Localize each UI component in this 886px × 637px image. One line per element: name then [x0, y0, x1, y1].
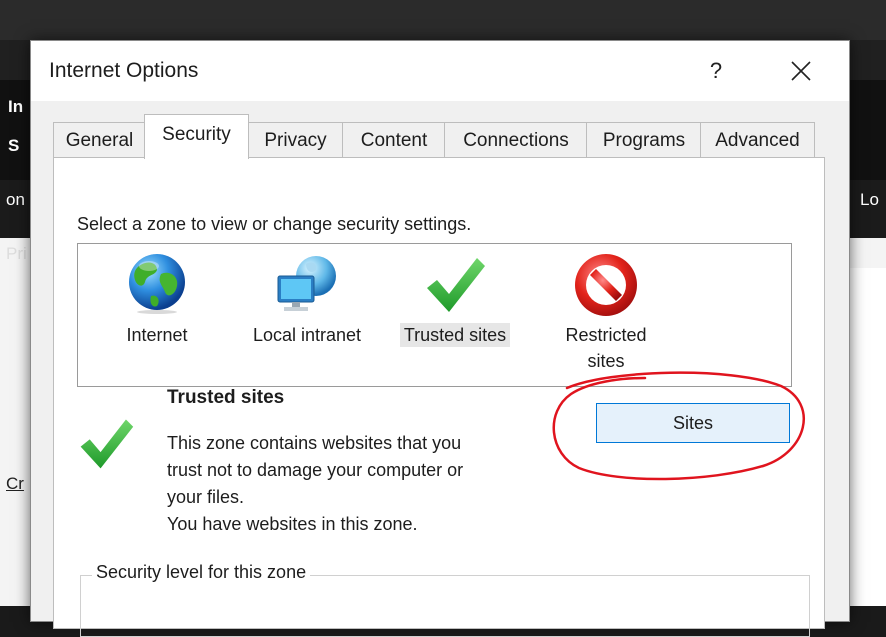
zone-label: Trusted sites: [388, 322, 522, 348]
local-intranet-icon: [277, 256, 336, 311]
close-button[interactable]: [779, 51, 823, 91]
tab-security[interactable]: Security: [144, 114, 249, 159]
zone-description-line: You have websites in this zone.: [167, 514, 418, 534]
background-app-topbar: [0, 0, 886, 41]
zone-restricted-sites[interactable]: Restricted sites: [548, 244, 664, 384]
restricted-icon: [575, 254, 637, 316]
zone-description: This zone contains websites that you tru…: [167, 430, 587, 538]
tab-content[interactable]: Content: [342, 122, 446, 159]
tab-programs[interactable]: Programs: [586, 122, 702, 159]
tab-strip: General Security Privacy Content Connect…: [53, 114, 823, 159]
tab-connections[interactable]: Connections: [444, 122, 588, 159]
tab-advanced[interactable]: Advanced: [700, 122, 815, 159]
zone-list: Internet Local intranet Trusted sites Re…: [77, 243, 792, 387]
help-button[interactable]: ?: [694, 51, 738, 91]
zone-internet[interactable]: Internet: [98, 244, 216, 374]
security-level-group-label: Security level for this zone: [92, 562, 311, 583]
checkmark-icon: [427, 258, 485, 312]
checkmark-icon: [80, 419, 134, 469]
zone-label: Restricted sites: [565, 325, 647, 371]
internet-options-dialog: Internet Options ? General Security Priv…: [30, 40, 850, 637]
background-fragment: on: [6, 190, 25, 209]
background-fragment: Lo: [860, 190, 879, 209]
background-fragment: Pri: [6, 244, 27, 263]
background-app-page-right: [847, 268, 886, 606]
security-level-group: [80, 575, 810, 637]
zone-label-text: Trusted sites: [399, 323, 511, 347]
zone-description-line: trust not to damage your computer or: [167, 460, 464, 480]
selected-zone-title: Trusted sites: [167, 387, 285, 408]
zone-description-line: This zone contains websites that you: [167, 433, 462, 453]
background-fragment: In: [8, 97, 24, 116]
tab-privacy[interactable]: Privacy: [247, 122, 344, 159]
zone-label: Local intranet: [252, 325, 362, 345]
background-fragment: S: [8, 136, 20, 155]
sites-button[interactable]: Sites: [596, 403, 790, 443]
zone-trusted-sites[interactable]: Trusted sites: [388, 244, 522, 374]
zone-description-line: your files.: [167, 487, 245, 507]
zone-label: Internet: [126, 325, 188, 345]
security-tab-panel: Select a zone to view or change security…: [53, 157, 825, 637]
dialog-titlebar[interactable]: Internet Options ?: [31, 41, 849, 101]
tab-general[interactable]: General: [53, 122, 146, 159]
close-icon: [791, 61, 811, 81]
zone-prompt: Select a zone to view or change security…: [77, 214, 472, 234]
globe-icon: [129, 254, 185, 314]
background-link-fragment[interactable]: Cr: [6, 474, 24, 494]
dialog-title: Internet Options: [49, 59, 199, 82]
zone-local-intranet[interactable]: Local intranet: [238, 244, 376, 374]
